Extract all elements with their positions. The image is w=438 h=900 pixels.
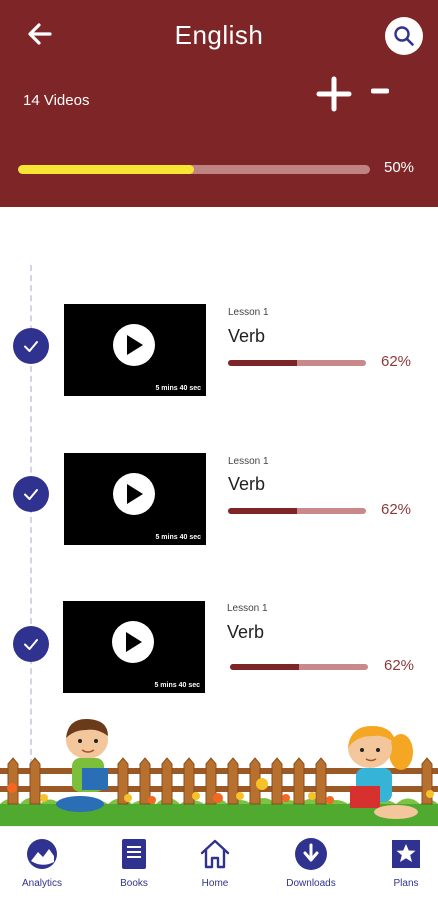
overall-progress-label: 50%	[384, 159, 415, 176]
zoom-out-button[interactable]	[370, 76, 390, 106]
lesson-number: Lesson 1	[227, 603, 268, 614]
play-icon	[127, 335, 143, 355]
search-button[interactable]	[385, 17, 423, 55]
nav-analytics[interactable]: Analytics	[2, 837, 82, 889]
nav-label: Downloads	[286, 878, 336, 889]
header-bar: English 14 Videos 50%	[0, 0, 438, 207]
books-icon	[122, 839, 146, 869]
search-icon	[394, 26, 414, 46]
lesson-title: Verb	[228, 474, 266, 494]
lesson-progress-fill	[228, 508, 297, 514]
play-icon	[127, 484, 143, 504]
video-thumbnail[interactable]: 5 mins 40 sec	[64, 304, 206, 396]
nav-label: Analytics	[21, 878, 62, 889]
bottom-navigation: Analytics Books Home Downloads Plans	[0, 826, 438, 900]
analytics-icon	[27, 839, 57, 869]
lesson-title: Verb	[228, 326, 266, 346]
lesson-item[interactable]: 5 mins 40 sec Lesson 1 Verb 62%	[0, 453, 438, 545]
nav-plans[interactable]: Plans	[366, 837, 438, 889]
lesson-progress-bar	[230, 664, 368, 670]
video-duration: 5 mins 40 sec	[155, 534, 201, 541]
play-icon	[126, 632, 142, 652]
lesson-progress-fill	[228, 360, 297, 366]
lesson-number: Lesson 1	[228, 307, 269, 318]
plans-icon	[392, 840, 420, 868]
nav-label: Books	[120, 878, 148, 889]
nav-downloads[interactable]: Downloads	[271, 837, 351, 889]
check-icon	[24, 489, 38, 500]
check-icon	[24, 639, 38, 650]
lesson-progress-label: 62%	[381, 501, 412, 518]
play-button[interactable]	[113, 324, 155, 366]
video-duration: 5 mins 40 sec	[155, 385, 201, 392]
nav-label: Home	[201, 878, 229, 889]
video-count: 14 Videos	[23, 92, 90, 109]
overall-progress-fill	[18, 165, 194, 174]
zoom-in-button[interactable]	[316, 76, 352, 112]
nav-books[interactable]: Books	[94, 837, 174, 889]
lesson-number: Lesson 1	[228, 456, 269, 467]
video-thumbnail[interactable]: 5 mins 40 sec	[63, 601, 205, 693]
lesson-item[interactable]: 5 mins 40 sec Lesson 1 Verb 62%	[0, 601, 438, 693]
check-icon	[24, 341, 38, 352]
completed-check	[13, 476, 49, 512]
minus-icon	[370, 88, 390, 94]
lesson-progress-bar	[228, 508, 366, 514]
completed-check	[13, 626, 49, 662]
lesson-item[interactable]: 5 mins 40 sec Lesson 1 Verb 62%	[0, 304, 438, 396]
lesson-title: Verb	[227, 622, 265, 642]
video-thumbnail[interactable]: 5 mins 40 sec	[64, 453, 206, 545]
downloads-icon	[295, 838, 327, 870]
lesson-progress-label: 62%	[384, 657, 415, 674]
lesson-progress-label: 62%	[381, 353, 412, 370]
nav-label: Plans	[393, 878, 419, 889]
video-duration: 5 mins 40 sec	[154, 682, 200, 689]
completed-check	[13, 328, 49, 364]
home-icon	[200, 839, 230, 869]
overall-progress-bar	[18, 165, 370, 174]
kids-reading-illustration	[0, 718, 438, 827]
play-button[interactable]	[113, 473, 155, 515]
lesson-progress-bar	[228, 360, 366, 366]
page-title: English	[174, 20, 264, 50]
nav-home[interactable]: Home	[175, 837, 255, 889]
play-button[interactable]	[112, 621, 154, 663]
lesson-progress-fill	[230, 664, 299, 670]
plus-icon	[316, 76, 352, 112]
